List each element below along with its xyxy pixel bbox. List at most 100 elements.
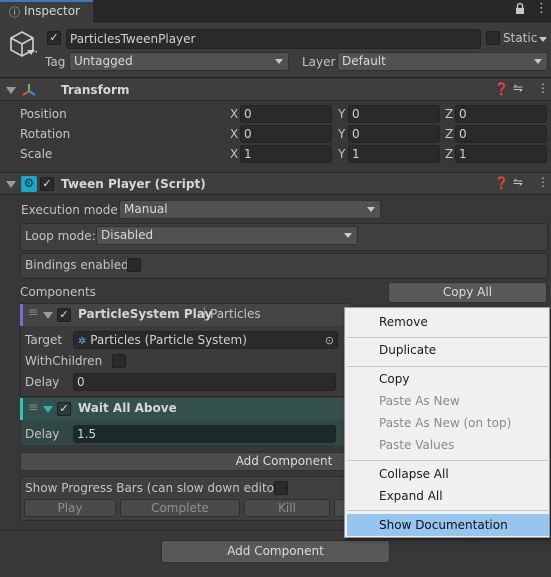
menu-item-duplicate[interactable]: Duplicate [345,339,550,361]
transform-header[interactable]: Transform ❓ ⇋ ⋮ [0,79,551,101]
object-picker-icon[interactable]: ⊙ [325,333,334,348]
scale-z-field[interactable]: 1 [455,145,547,163]
kebab-menu-icon[interactable]: ⋮ [535,2,548,15]
layer-value: Default [342,54,386,68]
play-button[interactable]: Play [24,499,116,517]
accent-bar [20,304,23,326]
position-x-field[interactable]: 0 [240,105,332,123]
menu-item-copy[interactable]: Copy [345,368,550,390]
active-toggle[interactable]: ✓ [47,31,61,45]
tween-player-enabled-toggle[interactable]: ✓ [40,177,54,191]
tween-player-title: Tween Player (Script) [61,177,206,191]
menu-item-paste-as-new-on-top[interactable]: Paste As New (on top) [345,412,550,434]
tab-label: Inspector [24,4,80,18]
y-axis-label[interactable]: Y [338,107,345,121]
position-y-field[interactable]: 0 [348,105,440,123]
wait-delay-field[interactable]: 1.5 [73,425,336,443]
y-axis-label[interactable]: Y [338,147,345,161]
cube-dropdown-icon[interactable] [27,50,35,55]
transform-axes-icon [21,82,37,101]
static-label: Static [503,31,538,45]
component-particle-play-subtitle: Particles [210,307,261,321]
tag-label: Tag [45,55,66,69]
static-dropdown-icon[interactable] [539,37,547,42]
menu-item-paste-values[interactable]: Paste Values [345,434,550,456]
x-axis-label[interactable]: X [230,147,238,161]
rotation-y-field[interactable]: 0 [348,125,440,143]
execution-mode-dropdown[interactable]: Manual [119,200,381,219]
presets-icon[interactable]: ⇋ [513,81,523,95]
z-axis-label[interactable]: Z [445,127,453,141]
z-axis-label[interactable]: Z [445,147,453,161]
menu-item-expand-all[interactable]: Expand All [345,485,550,507]
foldout-arrow-icon[interactable] [6,87,16,94]
delay-label: Delay [25,375,60,389]
foldout-arrow-icon[interactable] [6,181,16,188]
layer-dropdown[interactable]: Default [337,52,548,71]
scale-y-field[interactable]: 1 [348,145,440,163]
component-wait-toggle[interactable]: ✓ [57,402,71,416]
gameobject-name-field[interactable]: ParticlesTweenPlayer [66,29,481,49]
kebab-menu-icon[interactable]: ⋮ [537,81,549,95]
menu-separator [347,337,548,338]
menu-separator [347,366,548,367]
presets-icon[interactable]: ⇋ [513,175,523,189]
z-axis-label[interactable]: Z [445,107,453,121]
drag-handle-icon[interactable]: ≡ [28,400,38,414]
delay-field[interactable]: 0 [73,373,336,391]
wait-delay-label: Delay [25,427,60,441]
menu-item-collapse-all[interactable]: Collapse All [345,463,550,485]
rotation-label: Rotation [20,127,71,141]
tab-inspector[interactable]: ⓘ Inspector [0,0,93,23]
menu-item-show-documentation[interactable]: Show Documentation [347,514,549,536]
drag-handle-icon[interactable]: ≡ [28,305,38,319]
rotation-x-field[interactable]: 0 [240,125,332,143]
cube-icon[interactable] [7,29,38,62]
help-icon[interactable]: ❓ [494,176,509,190]
tag-dropdown[interactable]: Untagged [69,52,289,71]
scale-label: Scale [20,147,53,161]
progress-checkbox[interactable] [274,481,288,495]
tween-player-header[interactable]: ⚙ ✓ Tween Player (Script) ❓ ⇋ ⋮ [0,172,551,195]
foldout-arrow-icon[interactable] [43,406,53,413]
copy-all-button[interactable]: Copy All [388,282,547,303]
add-component-button[interactable]: Add Component [161,540,390,563]
context-menu: Remove Duplicate Copy Paste As New Paste… [344,307,550,538]
component-particle-play-toggle[interactable]: ✓ [57,308,71,322]
execution-mode-value: Manual [124,202,168,216]
with-children-checkbox[interactable] [112,354,126,368]
y-axis-label[interactable]: Y [338,127,345,141]
menu-item-remove[interactable]: Remove [345,311,550,333]
particle-system-icon: ✲ [78,336,87,347]
rotation-z-field[interactable]: 0 [455,125,547,143]
target-value: Particles (Particle System) [90,333,247,347]
menu-separator [347,510,548,511]
execution-mode-label: Execution mode: [21,203,122,217]
loop-mode-value: Disabled [101,228,154,242]
loop-mode-dropdown[interactable]: Disabled [96,226,358,245]
chevron-down-icon [344,233,352,238]
loop-mode-label: Loop mode: [25,229,96,243]
complete-button[interactable]: Complete [120,499,240,517]
kebab-menu-icon[interactable]: ⋮ [537,175,549,189]
x-axis-label[interactable]: X [230,107,238,121]
chevron-down-icon [275,59,283,64]
menu-separator [347,460,548,461]
position-z-field[interactable]: 0 [455,105,547,123]
static-checkbox[interactable] [486,31,500,45]
lock-icon[interactable] [515,2,524,14]
menu-item-paste-as-new[interactable]: Paste As New [345,390,550,412]
layer-label: Layer [302,55,336,69]
foldout-arrow-icon[interactable] [43,312,53,319]
x-axis-label[interactable]: X [230,127,238,141]
progress-label: Show Progress Bars (can slow down editor… [25,481,284,495]
script-gear-icon: ⚙ [21,176,37,192]
help-icon[interactable]: ❓ [494,82,509,96]
transform-title: Transform [61,83,130,97]
bindings-checkbox[interactable] [127,258,141,272]
kill-button[interactable]: Kill [244,499,330,517]
target-object-field[interactable]: ✲ Particles (Particle System) ⊙ [73,331,338,349]
scale-x-field[interactable]: 1 [240,145,332,163]
component-particle-play-title: ParticleSystem Play [78,307,213,321]
target-label: Target [25,333,63,347]
